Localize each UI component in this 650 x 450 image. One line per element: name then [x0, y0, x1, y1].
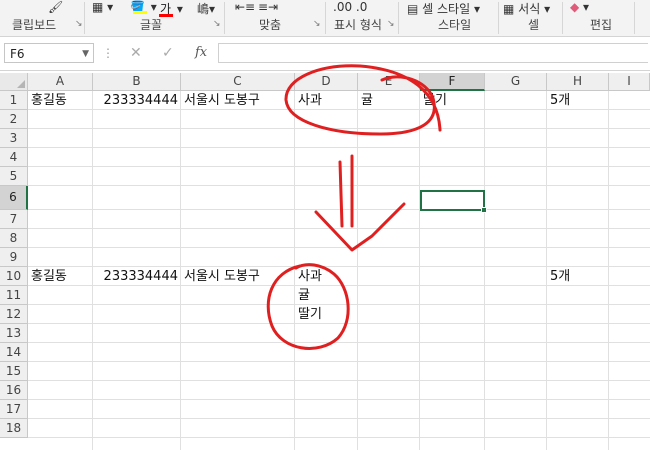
cancel-icon[interactable]: ✕ — [130, 45, 142, 61]
worksheet-grid[interactable]: A B C D E F G H I 1 2 3 4 5 6 7 8 9 10 1… — [0, 73, 650, 450]
enter-icon[interactable]: ✓ — [162, 45, 174, 61]
cell-f1[interactable]: 딸기 — [420, 91, 485, 110]
cell-h1[interactable]: 5개 — [547, 91, 609, 110]
group-clipboard: 클립보드 — [12, 18, 57, 32]
cell-c10[interactable]: 서울시 도봉구 — [181, 267, 295, 286]
decimal-icon[interactable]: .00 .0 — [333, 0, 367, 14]
select-all-button[interactable] — [0, 73, 28, 91]
cell-style-button[interactable]: ▤ 셀 스타일 ▾ — [407, 0, 480, 16]
row-header-14[interactable]: 14 — [0, 343, 28, 362]
column-header-d[interactable]: D — [295, 73, 358, 91]
row-header-5[interactable]: 5 — [0, 167, 28, 186]
formula-bar: F6 ▼ ⋮ ✕ ✓ fx — [0, 37, 650, 71]
cell-h10[interactable]: 5개 — [547, 267, 609, 286]
cell-c1[interactable]: 서울시 도봉구 — [181, 91, 295, 110]
number-launcher-icon[interactable]: ↘ — [387, 19, 395, 29]
indent-decrease-icon[interactable]: ⇤≡ — [235, 0, 255, 14]
indent-increase-icon[interactable]: ≡⇥ — [258, 0, 278, 14]
column-header-c[interactable]: C — [181, 73, 295, 91]
phonetic-icon[interactable]: 嶋▾ — [197, 0, 215, 16]
row-header-2[interactable]: 2 — [0, 110, 28, 129]
column-header-i[interactable]: I — [609, 73, 650, 91]
column-header-h[interactable]: H — [547, 73, 609, 91]
row-header-11[interactable]: 11 — [0, 286, 28, 305]
font-color-button[interactable]: 가 ▾ — [159, 0, 183, 17]
group-cells: 셀 — [528, 18, 540, 32]
name-box[interactable]: F6 ▼ — [4, 43, 94, 63]
cell-a10[interactable]: 홍길동 — [28, 267, 93, 286]
fill-handle[interactable] — [481, 207, 487, 213]
cell-d1[interactable]: 사과 — [295, 91, 358, 110]
row-header-15[interactable]: 15 — [0, 362, 28, 381]
column-header-a[interactable]: A — [28, 73, 93, 91]
font-launcher-icon[interactable]: ↘ — [213, 19, 221, 29]
column-header-e[interactable]: E — [358, 73, 420, 91]
active-cell-selection[interactable] — [420, 190, 485, 211]
row-header-7[interactable]: 7 — [0, 210, 28, 229]
cell-b10[interactable]: 233334444 — [93, 267, 181, 286]
row-header-12[interactable]: 12 — [0, 305, 28, 324]
alignment-launcher-icon[interactable]: ↘ — [313, 19, 321, 29]
row-header-18[interactable]: 18 — [0, 419, 28, 438]
group-editing: 편집 — [590, 18, 613, 32]
more-icon: ⋮ — [102, 46, 114, 60]
formula-input[interactable] — [218, 43, 648, 63]
column-header-g[interactable]: G — [485, 73, 547, 91]
cell-b1[interactable]: 233334444 — [93, 91, 181, 110]
insert-function-icon[interactable]: fx — [195, 45, 207, 60]
row-header-1[interactable]: 1 — [0, 91, 28, 110]
row-header-4[interactable]: 4 — [0, 148, 28, 167]
fill-color-button[interactable]: 🪣 ▾ — [130, 0, 157, 14]
clipboard-launcher-icon[interactable]: ↘ — [75, 19, 83, 29]
ribbon: 🖌 ▦ ▾ 🪣 ▾ 가 ▾ 嶋▾ ⇤≡ ≡⇥ .00 .0 ▤ 셀 스타일 ▾ … — [0, 0, 650, 37]
column-header-b[interactable]: B — [93, 73, 181, 91]
group-number: 표시 형식 — [334, 18, 382, 32]
row-header-6[interactable]: 6 — [0, 186, 28, 210]
row-header-8[interactable]: 8 — [0, 229, 28, 248]
column-header-f[interactable]: F — [420, 73, 485, 91]
group-styles: 스타일 — [438, 18, 472, 32]
cell-d10-line2[interactable]: 귤 — [295, 286, 358, 305]
chevron-down-icon[interactable]: ▼ — [82, 44, 89, 64]
row-header-16[interactable]: 16 — [0, 381, 28, 400]
row-header-17[interactable]: 17 — [0, 400, 28, 419]
cell-a1[interactable]: 홍길동 — [28, 91, 93, 110]
row-header-9[interactable]: 9 — [0, 248, 28, 267]
group-alignment: 맞춤 — [259, 18, 282, 32]
row-header-10[interactable]: 10 — [0, 267, 28, 286]
row-header-13[interactable]: 13 — [0, 324, 28, 343]
row-header-3[interactable]: 3 — [0, 129, 28, 148]
cell-d10-line3[interactable]: 딸기 — [295, 305, 358, 324]
border-button[interactable]: ▦ ▾ — [92, 0, 113, 14]
cell-e1[interactable]: 귤 — [358, 91, 420, 110]
format-painter-icon[interactable]: 🖌 — [48, 0, 63, 14]
cell-d10-line1[interactable]: 사과 — [295, 267, 358, 286]
clear-button[interactable]: ◆ ▾ — [570, 0, 589, 14]
group-font: 글꼴 — [140, 18, 163, 32]
format-button[interactable]: ▦ 서식 ▾ — [503, 0, 550, 16]
